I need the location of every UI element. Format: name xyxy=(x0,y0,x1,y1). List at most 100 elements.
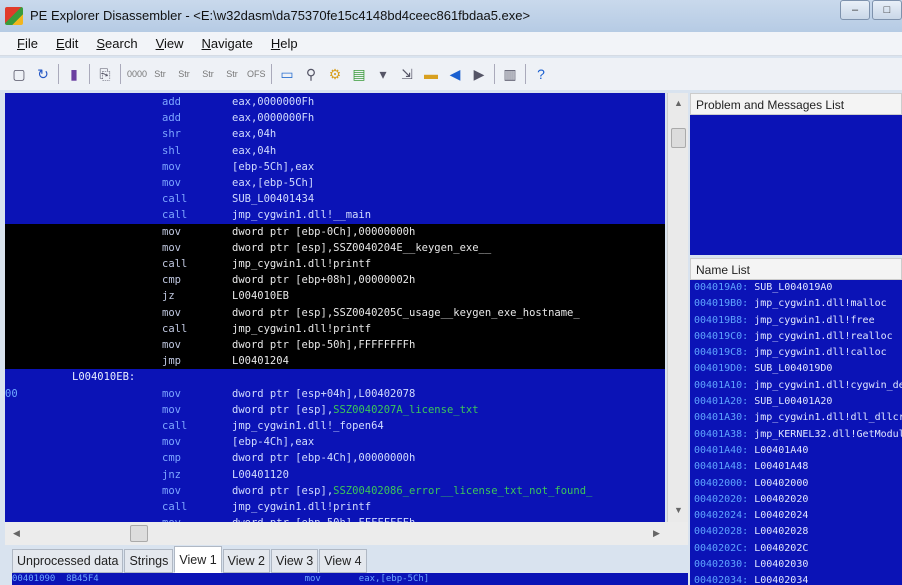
code-row[interactable]: 00 mov dword ptr [esp+04h],L00402078 xyxy=(5,386,665,402)
scroll-left-icon[interactable]: ◀ xyxy=(13,528,20,539)
scroll-down-icon[interactable]: ▼ xyxy=(674,505,683,515)
ofs-icon[interactable]: OFS xyxy=(247,65,266,83)
code-row[interactable]: jz L004010EB xyxy=(5,288,665,305)
hex-icon[interactable]: 0000 xyxy=(127,65,147,83)
name-list-item[interactable]: 00401A48: L00401A48 xyxy=(690,459,902,475)
operand-text: dword ptr [esp],SSZ0040205C_usage__keyge… xyxy=(232,306,580,319)
code-row[interactable]: mov dword ptr [ebp-50h],FFFFFFFFh xyxy=(5,337,665,354)
code-row[interactable]: add eax,0000000Fh xyxy=(5,110,665,126)
scroll-thumb[interactable] xyxy=(130,525,148,542)
scroll-right-icon[interactable]: ▶ xyxy=(653,528,660,539)
name-list-item[interactable]: 00401A10: jmp_cygwin1.dll!cygwin_de xyxy=(690,378,902,394)
tab-view-3[interactable]: View 3 xyxy=(270,549,319,573)
code-row[interactable]: call jmp_cygwin1.dll!__main xyxy=(5,207,665,223)
vertical-scrollbar[interactable]: ▲ ▼ xyxy=(667,93,688,522)
name-list-item[interactable]: 00402000: L00402000 xyxy=(690,476,902,492)
code-row[interactable]: cmp dword ptr [ebp-4Ch],00000000h xyxy=(5,450,665,466)
open-icon[interactable]: ▬ xyxy=(422,65,440,83)
name-list-item[interactable]: 004019A0: SUB_L004019A0 xyxy=(690,280,902,296)
pstr-icon[interactable]: Str xyxy=(175,65,193,83)
code-row[interactable]: call jmp_cygwin1.dll!printf xyxy=(5,320,665,337)
refresh-icon[interactable]: ↻ xyxy=(34,65,52,83)
name-list-item[interactable]: 00401A40: L00401A40 xyxy=(690,443,902,459)
name-list-item[interactable]: 0040202C: L0040202C xyxy=(690,541,902,557)
name-list-item[interactable]: 00402030: L00402030 xyxy=(690,557,902,573)
code-row[interactable]: mov dword ptr [ebp-0Ch],00000000h xyxy=(5,223,665,240)
tools-icon[interactable]: ⚙ xyxy=(326,65,344,83)
scroll-thumb[interactable] xyxy=(671,128,686,148)
menu-help[interactable]: Help xyxy=(262,32,307,55)
name-list-item[interactable]: 00401A20: SUB_L00401A20 xyxy=(690,394,902,410)
code-row[interactable]: shl eax,04h xyxy=(5,143,665,159)
operand-text: L00401204 xyxy=(232,355,289,368)
horizontal-scrollbar[interactable]: ◀ ▶ xyxy=(5,522,688,545)
menu-edit[interactable]: Edit xyxy=(47,32,87,55)
code-row[interactable]: mov dword ptr [esp],SSZ00402086_error__li… xyxy=(5,483,665,499)
ustr-icon[interactable]: Str xyxy=(199,65,217,83)
problems-list[interactable] xyxy=(690,115,902,255)
dropdown-icon[interactable]: ▾ xyxy=(374,65,392,83)
name-list-item[interactable]: 00402020: L00402020 xyxy=(690,492,902,508)
panels-icon[interactable]: ▥ xyxy=(501,65,519,83)
code-row[interactable]: mov [ebp-5Ch],eax xyxy=(5,159,665,175)
code-row[interactable]: add eax,0000000Fh xyxy=(5,94,665,110)
goto-icon[interactable]: ⇲ xyxy=(398,65,416,83)
export-icon[interactable]: ▤ xyxy=(350,65,368,83)
back-icon[interactable]: ◀ xyxy=(446,65,464,83)
new-icon[interactable]: ▢ xyxy=(10,65,28,83)
code-row[interactable]: mov eax,[ebp-5Ch] xyxy=(5,175,665,191)
help-icon[interactable]: ? xyxy=(532,65,550,83)
name-list-item[interactable]: 004019C8: jmp_cygwin1.dll!calloc xyxy=(690,345,902,361)
copy-icon[interactable]: ⎘ xyxy=(96,65,114,83)
scroll-up-icon[interactable]: ▲ xyxy=(674,98,683,108)
ucstr-icon[interactable]: Str xyxy=(223,65,241,83)
str-icon[interactable]: Str xyxy=(151,65,169,83)
save-icon[interactable]: ▮ xyxy=(65,65,83,83)
operand-text: dword ptr [ebp+08h],00000002h xyxy=(232,274,416,287)
menu-search[interactable]: Search xyxy=(87,32,146,55)
name-list[interactable]: 004019A0: SUB_L004019A0 004019B0: jmp_cygwi… xyxy=(690,280,902,585)
code-row[interactable]: jnz L00401120 xyxy=(5,467,665,483)
operand: jmp_cygwin1.dll!printf xyxy=(232,256,371,272)
name-list-item[interactable]: 004019D0: SUB_L004019D0 xyxy=(690,361,902,377)
operand: [ebp-5Ch],eax xyxy=(232,159,314,175)
code-row[interactable]: mov [ebp-4Ch],eax xyxy=(5,434,665,450)
menu-file[interactable]: File xyxy=(8,32,47,55)
minimize-button[interactable]: – xyxy=(840,0,870,20)
tab-strings[interactable]: Strings xyxy=(124,549,174,573)
maximize-button[interactable]: □ xyxy=(872,0,902,20)
name-list-item[interactable]: 00401A30: jmp_cygwin1.dll!dll_dllcr xyxy=(690,410,902,426)
name-list-item[interactable]: 00401A38: jmp_KERNEL32.dll!GetModul xyxy=(690,427,902,443)
code-row[interactable]: shr eax,04h xyxy=(5,126,665,142)
code-row[interactable]: cmp dword ptr [ebp+08h],00000002h xyxy=(5,272,665,289)
name-list-item[interactable]: 00402024: L00402024 xyxy=(690,508,902,524)
tab-view-4[interactable]: View 4 xyxy=(319,549,367,573)
code-row[interactable]: mov dword ptr [esp],SSZ0040205C_usage__ke… xyxy=(5,304,665,321)
code-row[interactable]: call jmp_cygwin1.dll!_fopen64 xyxy=(5,418,665,434)
name-list-item[interactable]: 00402028: L00402028 xyxy=(690,524,902,540)
tab-view-2[interactable]: View 2 xyxy=(222,549,270,573)
tab-view-1[interactable]: View 1 xyxy=(174,546,222,573)
menu-view[interactable]: View xyxy=(147,32,193,55)
search-icon[interactable]: ⚲ xyxy=(302,65,320,83)
code-row[interactable]: call SUB_L00401434 xyxy=(5,191,665,207)
menu-navigate[interactable]: Navigate xyxy=(193,32,262,55)
tab-unprocessed-data[interactable]: Unprocessed data xyxy=(12,549,124,573)
name-list-item[interactable]: 004019B0: jmp_cygwin1.dll!malloc xyxy=(690,296,902,312)
name-list-item[interactable]: 00402034: L00402034 xyxy=(690,573,902,585)
name-list-item[interactable]: 004019C0: jmp_cygwin1.dll!realloc xyxy=(690,329,902,345)
code-row[interactable]: mov dword ptr [esp],SSZ0040204E__keygen_e… xyxy=(5,239,665,256)
window-icon[interactable]: ▭ xyxy=(278,65,296,83)
name-list-item[interactable]: 004019B8: jmp_cygwin1.dll!free xyxy=(690,313,902,329)
bottom-view[interactable]: 00401090 8B45F4 mov eax,[ebp-5Ch] xyxy=(12,573,688,585)
code-row[interactable]: jmp L00401204 xyxy=(5,353,665,370)
code-label-row[interactable]: L004010EB: xyxy=(5,369,665,385)
menu-label: Search xyxy=(96,36,138,51)
disassembly-view[interactable]: add eax,0000000Fh add eax,0000000Fh shr eax,0… xyxy=(5,93,665,522)
code-row[interactable]: call jmp_cygwin1.dll!printf xyxy=(5,499,665,515)
forward-icon[interactable]: ▶ xyxy=(470,65,488,83)
code-row[interactable]: mov dword ptr [esp],SSZ0040207A_license_t… xyxy=(5,402,665,418)
code-row[interactable]: call jmp_cygwin1.dll!printf xyxy=(5,256,665,273)
mnemonic: jmp xyxy=(162,355,181,368)
code-row[interactable]: mov dword ptr [ebp-50h],FFFFFFFFh xyxy=(5,515,665,522)
